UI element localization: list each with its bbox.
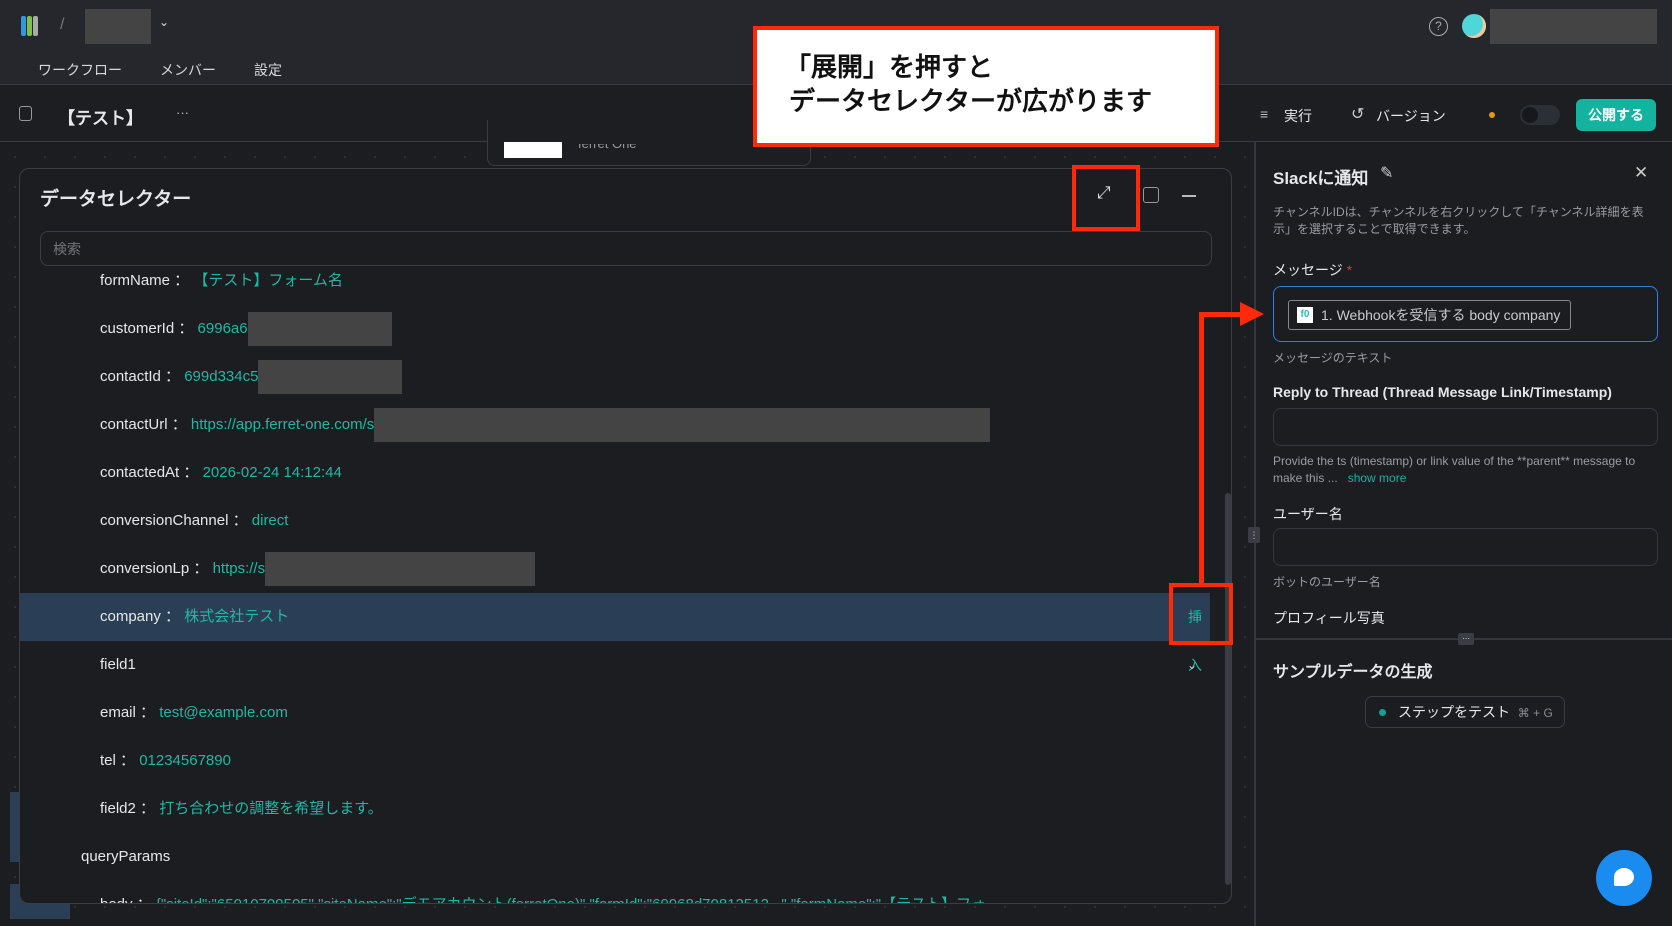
annotation-callout: 「展開」を押すと データセレクターが広がります (753, 26, 1219, 147)
reply-thread-help: Provide the ts (timestamp) or link value… (1273, 454, 1636, 485)
sample-data-title: サンプルデータの生成 (1273, 664, 1433, 681)
side-panel-icon[interactable] (1143, 187, 1159, 203)
scrollbar[interactable] (1225, 493, 1231, 885)
workspace-name-redacted[interactable] (85, 9, 151, 44)
reply-thread-label: Reply to Thread (Thread Message Link/Tim… (1273, 384, 1612, 400)
username-label: ユーザー名 (1273, 506, 1343, 522)
history-icon: ↺ (1351, 106, 1365, 123)
username-help: ボットのユーザー名 (1273, 575, 1381, 589)
tree-row-formName[interactable]: formName ： 【テスト】フォーム名 (20, 257, 1210, 305)
tree-row-contactedAt[interactable]: contactedAt ： 2026-02-24 14:12:44 (20, 449, 1210, 497)
profile-photo-label: プロフィール写真 (1273, 610, 1385, 626)
tree-row-company[interactable]: company ： 株式会社テスト 挿入 (20, 593, 1210, 673)
minimize-icon[interactable] (1182, 195, 1196, 197)
tree-row-conversionChannel[interactable]: conversionChannel ： direct (20, 497, 1210, 545)
shortcut-hint: ⌘ + G (1517, 706, 1553, 720)
message-field[interactable]: f0 1. Webhookを受信する body company (1273, 286, 1658, 342)
data-selector-title: データセレクター (40, 189, 192, 210)
app-logo[interactable] (21, 16, 43, 36)
tree-row-email[interactable]: email ： test@example.com (20, 689, 1210, 737)
message-label: メッセージ * (1273, 262, 1353, 278)
help-icon[interactable]: ? (1429, 17, 1448, 36)
tree-row-body[interactable]: body ： {"siteId":"65010709505","siteName… (20, 881, 1210, 903)
annotation-line-2: データセレクターが広がります (789, 86, 1152, 116)
runs-button[interactable]: 実行 (1284, 106, 1312, 126)
close-icon[interactable]: ✕ (1634, 163, 1648, 183)
ferret-one-icon: f0 (1297, 307, 1313, 323)
step-config-panel: Slackに通知 ✎ ✕ チャンネルIDは、チャンネルを右クリックして「チャンネ… (1248, 142, 1672, 926)
annotation-arrow-vertical (1199, 312, 1204, 584)
variable-chip[interactable]: f0 1. Webhookを受信する body company (1288, 300, 1572, 330)
annotation-highlight-expand (1072, 165, 1140, 231)
tree-row-contactUrl[interactable]: contactUrl ： https://app.ferret-one.com/… (20, 401, 1210, 449)
more-options-button[interactable]: ··· (176, 105, 189, 120)
tree-row-conversionLp[interactable]: conversionLp ： https://s (20, 545, 1210, 593)
message-help: メッセージのテキスト (1273, 351, 1393, 365)
version-button[interactable]: バージョン (1376, 106, 1446, 126)
horizontal-resize-handle[interactable]: ⋯ (1458, 633, 1474, 645)
data-tree: formName ： 【テスト】フォーム名 customerId ： 6996a… (20, 257, 1210, 903)
enable-toggle[interactable] (1520, 105, 1560, 125)
edit-pencil-icon[interactable]: ✎ (1380, 163, 1393, 183)
tree-row-contactId[interactable]: contactId ： 699d334c5 (20, 353, 1210, 401)
tab-settings[interactable]: 設定 (254, 60, 282, 80)
list-icon: ≡ (1260, 106, 1269, 122)
test-step-button[interactable]: ステップをテスト ⌘ + G (1365, 696, 1565, 728)
breadcrumb-separator: / (60, 16, 65, 33)
redacted-value (258, 360, 403, 395)
data-selector-panel: データセレクター ⤢ formName ： 【テスト】フォーム名 custome… (19, 168, 1232, 904)
show-more-link[interactable]: show more (1348, 471, 1407, 485)
required-mark: * (1346, 262, 1353, 278)
sidebar-toggle-icon[interactable] (19, 106, 32, 121)
node-logo (504, 142, 562, 158)
unsaved-status-dot (1489, 112, 1495, 118)
avatar[interactable] (1462, 14, 1486, 38)
tree-row-field2[interactable]: field2 ： 打ち合わせの調整を希望します。 (20, 785, 1210, 833)
tree-row-queryParams[interactable]: queryParams (20, 833, 1210, 881)
chevron-down-icon[interactable]: ⌄ (159, 15, 169, 29)
workflow-title[interactable]: 【テスト】 (58, 104, 143, 129)
user-name-redacted (1490, 9, 1657, 44)
tab-workflow[interactable]: ワークフロー (38, 60, 122, 80)
redacted-value (247, 312, 392, 347)
status-dot-icon (1379, 709, 1386, 716)
annotation-highlight-insert (1169, 583, 1233, 645)
vertical-resize-handle[interactable]: ⋮ (1248, 527, 1260, 543)
node-label: ferret One (578, 136, 637, 151)
chat-icon (1614, 868, 1634, 886)
tab-members[interactable]: メンバー (160, 60, 216, 80)
tree-row-field1[interactable]: field1 ⌄ (20, 641, 1210, 689)
channel-id-description: チャンネルIDは、チャンネルを右クリックして「チャンネル詳細を表示」を選択するこ… (1273, 205, 1644, 236)
annotation-arrowhead (1240, 302, 1264, 326)
step-title: Slackに通知 (1273, 169, 1369, 188)
redacted-value (374, 408, 991, 443)
publish-button[interactable]: 公開する (1576, 99, 1656, 131)
reply-thread-input[interactable] (1273, 408, 1658, 446)
chat-support-button[interactable] (1596, 850, 1652, 906)
redacted-value (265, 552, 536, 587)
tree-row-customerId[interactable]: customerId ： 6996a6 (20, 305, 1210, 353)
chevron-down-icon[interactable]: ⌄ (1187, 641, 1197, 689)
username-input[interactable] (1273, 528, 1658, 566)
annotation-line-1: 「展開」を押すと (785, 52, 994, 82)
tree-row-tel[interactable]: tel ： 01234567890 (20, 737, 1210, 785)
